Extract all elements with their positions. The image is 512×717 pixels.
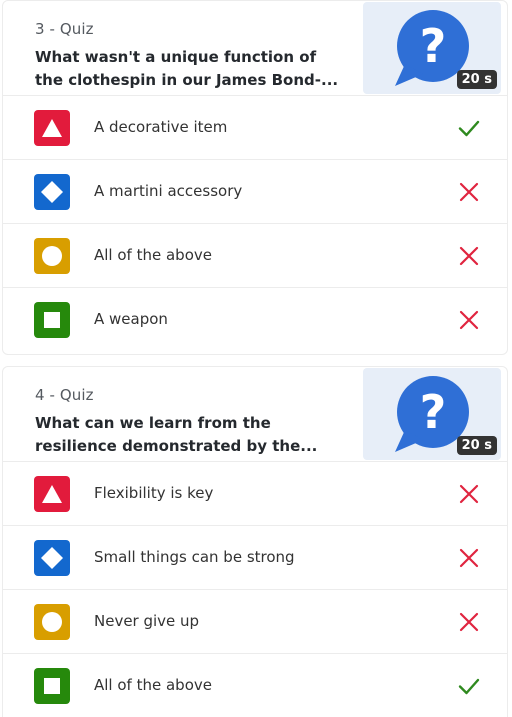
answer-text: All of the above: [94, 676, 212, 694]
question-header: 3 - Quiz What wasn't a unique function o…: [3, 1, 507, 95]
question-thumbnail: ? 20 s: [363, 368, 501, 460]
answer-option: Never give up: [3, 589, 507, 653]
answer-option: Flexibility is key: [3, 461, 507, 525]
answer-option: Small things can be strong: [3, 525, 507, 589]
quiz-summary-page: 3 - Quiz What wasn't a unique function o…: [0, 0, 512, 717]
svg-text:?: ?: [420, 19, 447, 73]
cross-icon: [459, 484, 479, 504]
time-limit-badge: 20 s: [456, 70, 497, 89]
answer-option: All of the above: [3, 223, 507, 287]
answer-shape: [34, 476, 70, 512]
question-type-label: 3 - Quiz: [35, 20, 94, 38]
question-header: 4 - Quiz What can we learn from the resi…: [3, 367, 507, 461]
answer-shape: [34, 238, 70, 274]
question-title: What can we learn from the resilience de…: [35, 412, 355, 458]
answer-option: A weapon: [3, 287, 507, 351]
cross-icon: [459, 182, 479, 202]
answer-text: Small things can be strong: [94, 548, 295, 566]
cross-icon: [459, 246, 479, 266]
diamond-icon: [41, 547, 63, 569]
answer-option: A decorative item: [3, 95, 507, 159]
svg-text:?: ?: [420, 385, 447, 439]
answer-text: Flexibility is key: [94, 484, 214, 502]
question-title-line: What wasn't a unique function of: [35, 48, 317, 66]
question-title-line: the clothespin in our James Bond-...: [35, 71, 339, 89]
answer-shape: [34, 540, 70, 576]
cross-icon: [459, 612, 479, 632]
answer-text: All of the above: [94, 246, 212, 264]
answer-text: Never give up: [94, 612, 200, 630]
question-title-line: resilience demonstrated by the...: [35, 437, 318, 455]
answer-text: A weapon: [94, 310, 168, 328]
answer-text: A decorative item: [94, 118, 228, 136]
question-title-line: What can we learn from the: [35, 414, 271, 432]
answer-option: A martini accessory: [3, 159, 507, 223]
answer-shape: [34, 302, 70, 338]
answer-shape: [34, 668, 70, 704]
answer-shape: [34, 110, 70, 146]
question-thumbnail: ? 20 s: [363, 2, 501, 94]
square-icon: [44, 312, 60, 328]
question-title: What wasn't a unique function of the clo…: [35, 46, 355, 92]
question-card[interactable]: 4 - Quiz What can we learn from the resi…: [2, 366, 508, 717]
cross-icon: [459, 548, 479, 568]
answer-option: All of the above: [3, 653, 507, 717]
answer-shape: [34, 174, 70, 210]
answer-shape: [34, 604, 70, 640]
check-icon: [458, 120, 480, 137]
square-icon: [44, 678, 60, 694]
question-type-label: 4 - Quiz: [35, 386, 94, 404]
question-card[interactable]: 3 - Quiz What wasn't a unique function o…: [2, 0, 508, 355]
circle-icon: [42, 246, 62, 266]
triangle-icon: [42, 485, 62, 503]
check-icon: [458, 678, 480, 695]
circle-icon: [42, 612, 62, 632]
diamond-icon: [41, 181, 63, 203]
time-limit-badge: 20 s: [456, 436, 497, 455]
answer-text: A martini accessory: [94, 182, 243, 200]
cross-icon: [459, 310, 479, 330]
triangle-icon: [42, 119, 62, 137]
